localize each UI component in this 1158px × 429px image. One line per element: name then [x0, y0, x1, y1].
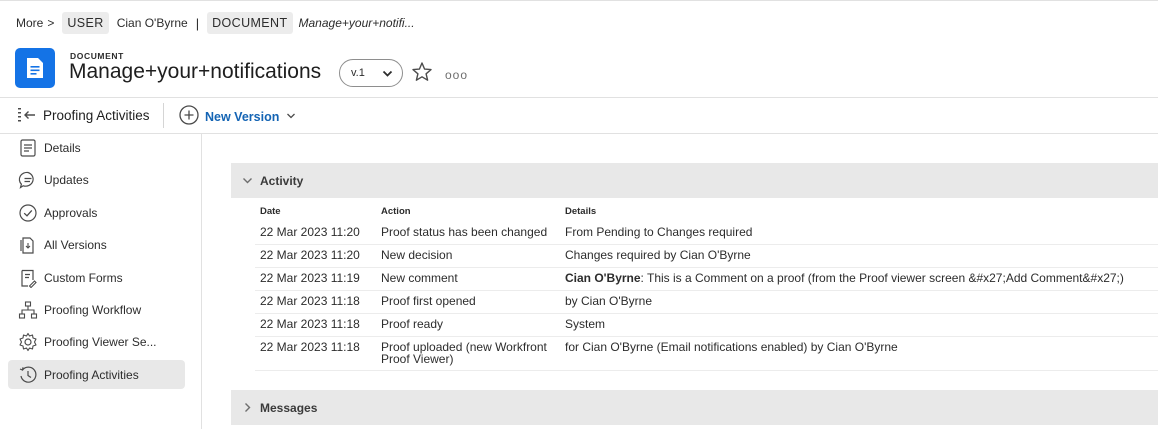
sidebar-item-label: Custom Forms	[44, 270, 123, 285]
sidebar-item-custom-forms[interactable]: Custom Forms	[8, 263, 185, 292]
activity-section-title: Activity	[260, 173, 304, 188]
sidebar-item-label: All Versions	[44, 237, 107, 252]
chevron-down-icon	[382, 68, 393, 82]
toolbar-border-top	[0, 97, 1158, 98]
sidebar-item-label: Details	[44, 140, 81, 155]
sidebar-item-approvals[interactable]: Approvals	[8, 198, 185, 227]
new-version-button[interactable]: New Version	[179, 105, 296, 128]
cell-details: Changes required by Cian O'Byrne	[565, 248, 751, 262]
breadcrumb-more-link[interactable]: More	[16, 16, 43, 30]
table-row: 22 Mar 2023 11:18 Proof ready System	[255, 314, 1158, 337]
sidebar-item-details[interactable]: Details	[8, 133, 185, 162]
breadcrumb-current: Manage+your+notifi...	[298, 16, 415, 30]
cell-details: by Cian O'Byrne	[565, 294, 652, 308]
chevron-down-icon	[242, 175, 253, 189]
toolbar-divider	[163, 103, 164, 128]
table-row: 22 Mar 2023 11:20 New decision Changes r…	[255, 245, 1158, 268]
sidebar-item-label: Proofing Viewer Se...	[44, 334, 157, 349]
breadcrumb-document-chip: DOCUMENT	[207, 12, 293, 34]
custom-forms-icon	[18, 268, 38, 289]
sidebar-item-proofing-activities[interactable]: Proofing Activities	[8, 360, 185, 389]
sidebar-item-label: Proofing Activities	[44, 367, 139, 382]
sidebar-item-label: Proofing Workflow	[44, 302, 142, 317]
chevron-right-icon	[242, 402, 253, 416]
new-version-label: New Version	[205, 109, 280, 124]
sidebar-item-label: Updates	[44, 172, 89, 187]
add-circle-icon	[179, 105, 199, 128]
breadcrumb-user-chip: USER	[62, 12, 109, 34]
cell-details: for Cian O'Byrne (Email notifications en…	[565, 340, 898, 354]
proofing-activities-icon	[18, 365, 38, 385]
comment-text: : This is a Comment on a proof (from the…	[640, 271, 1124, 285]
sidebar-item-updates[interactable]: Updates	[8, 165, 185, 194]
cell-date: 22 Mar 2023 11:19	[260, 271, 360, 285]
messages-section-header[interactable]: Messages	[231, 390, 1158, 425]
cell-date: 22 Mar 2023 11:20	[260, 225, 360, 239]
table-row: 22 Mar 2023 11:18 Proof uploaded (new Wo…	[255, 337, 1158, 371]
sidebar-item-proofing-workflow[interactable]: Proofing Workflow	[8, 295, 185, 324]
document-icon	[15, 48, 55, 88]
cell-details: System	[565, 317, 606, 331]
table-row: 22 Mar 2023 11:20 Proof status has been …	[255, 222, 1158, 245]
breadcrumb-separator: >	[47, 16, 55, 30]
cell-action: New comment	[381, 271, 458, 285]
breadcrumb: More > USER Cian O'Byrne | DOCUMENT Mana…	[16, 10, 415, 36]
chevron-down-icon	[286, 110, 296, 124]
top-border	[0, 0, 1158, 1]
activity-section-header[interactable]: Activity	[231, 163, 1158, 198]
cell-action: Proof uploaded (new Workfront Proof View…	[381, 340, 547, 366]
breadcrumb-user-link[interactable]: Cian O'Byrne	[117, 16, 188, 30]
details-icon	[18, 138, 38, 158]
cell-details: Cian O'Byrne: This is a Comment on a pro…	[565, 272, 1124, 284]
star-icon[interactable]	[411, 61, 433, 86]
cell-date: 22 Mar 2023 11:20	[260, 248, 360, 262]
proofing-workflow-icon	[18, 300, 38, 320]
version-value: v.1	[351, 67, 365, 79]
comment-author: Cian O'Byrne	[565, 271, 641, 285]
sidebar-item-label: Approvals	[44, 205, 98, 220]
column-header-action: Action	[381, 206, 411, 217]
column-header-details: Details	[565, 206, 597, 217]
cell-action: Proof ready	[381, 317, 444, 331]
sidebar-item-all-versions[interactable]: All Versions	[8, 230, 185, 259]
version-select[interactable]: v.1	[339, 59, 403, 87]
all-versions-icon	[18, 235, 38, 255]
cell-date: 22 Mar 2023 11:18	[260, 340, 360, 354]
column-header-date: Date	[260, 206, 281, 217]
cell-date: 22 Mar 2023 11:18	[260, 317, 360, 331]
cell-action: New decision	[381, 248, 453, 262]
collapse-panel-icon[interactable]	[17, 107, 37, 127]
approvals-icon	[18, 203, 38, 223]
table-row: 22 Mar 2023 11:18 Proof first opened by …	[255, 291, 1158, 314]
cell-action: Proof first opened	[381, 294, 476, 308]
breadcrumb-divider: |	[195, 15, 200, 31]
more-options-icon[interactable]: ooo	[445, 68, 468, 82]
cell-date: 22 Mar 2023 11:18	[260, 294, 360, 308]
toolbar-title: Proofing Activities	[43, 108, 150, 123]
cell-details: From Pending to Changes required	[565, 225, 753, 239]
cell-action: Proof status has been changed	[381, 225, 548, 239]
page-title: Manage+your+notifications	[69, 60, 322, 83]
messages-section-title: Messages	[260, 400, 318, 415]
updates-icon	[18, 170, 38, 190]
sidebar: Details Updates Approvals All Versions C…	[0, 134, 202, 429]
gear-icon	[18, 332, 38, 352]
sidebar-item-proofing-viewer-settings[interactable]: Proofing Viewer Se...	[8, 327, 185, 356]
table-row: 22 Mar 2023 11:19 New comment Cian O'Byr…	[255, 268, 1158, 291]
